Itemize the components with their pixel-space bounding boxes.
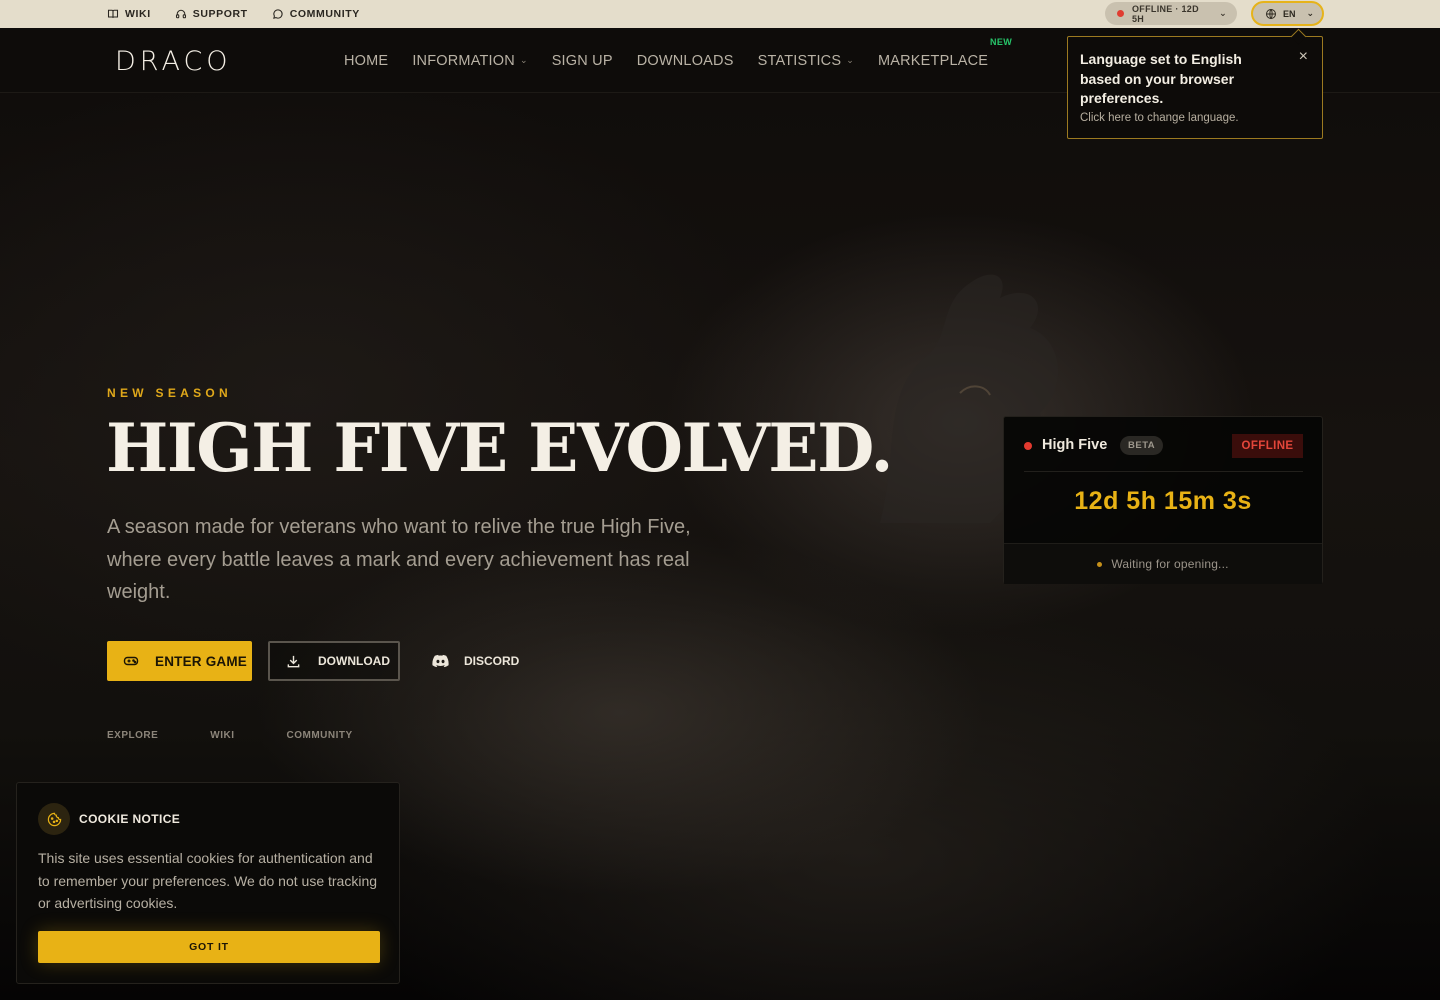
cookie-text: This site uses essential cookies for aut… xyxy=(38,850,378,911)
nav-item-label: STATISTICS xyxy=(757,52,842,69)
new-badge: NEW xyxy=(989,36,1013,47)
nav-item-information[interactable]: INFORMATION ⌄ xyxy=(412,53,527,69)
got-it-button[interactable]: GOT IT xyxy=(38,931,380,963)
enter-game-label: ENTER GAME xyxy=(155,653,248,669)
server-status-pill[interactable]: OFFLINE · 12D 5H ⌄ xyxy=(1105,2,1237,25)
utility-links: WIKI SUPPORT COMMUNITY xyxy=(107,0,360,28)
site-logo[interactable]: DRACO xyxy=(115,45,232,77)
server-status-card: High Five BETA OFFLINE 12d 5h 15m 3s Wai… xyxy=(1003,416,1323,584)
language-message: Language set to English based on your br… xyxy=(1080,51,1242,106)
status-dot-icon xyxy=(1024,442,1032,450)
utility-link-label: COMMUNITY xyxy=(289,8,360,20)
pending-dot-icon xyxy=(1097,561,1103,567)
waiting-text: Waiting for opening... xyxy=(1111,557,1229,571)
nav-item-downloads[interactable]: DOWNLOADS xyxy=(637,53,734,69)
nav-item-home[interactable]: HOME xyxy=(344,53,388,69)
download-button[interactable]: DOWNLOAD xyxy=(268,641,400,681)
chevron-down-icon: ⌄ xyxy=(1306,8,1314,18)
utility-link-wiki[interactable]: WIKI xyxy=(107,8,151,20)
main-nav: HOME INFORMATION ⌄ SIGN UP DOWNLOADS STA… xyxy=(344,28,1012,93)
divider xyxy=(1024,471,1303,472)
server-card-header: High Five BETA OFFLINE xyxy=(1004,417,1322,471)
nav-item-label: MARKETPLACE xyxy=(877,52,989,69)
cookie-notice: COOKIE NOTICE This site uses essential c… xyxy=(16,782,400,984)
server-status-text: OFFLINE · 12D 5H xyxy=(1132,3,1199,24)
nav-item-label: INFORMATION xyxy=(412,52,515,69)
cookie-icon xyxy=(38,803,70,835)
cookie-title: COOKIE NOTICE xyxy=(79,812,181,826)
chevron-down-icon: ⌄ xyxy=(519,55,528,65)
headset-icon xyxy=(175,9,186,19)
nav-item-marketplace[interactable]: MARKETPLACE NEW xyxy=(877,37,1012,69)
hero-actions: ENTER GAME DOWNLOAD DISCORD xyxy=(107,641,519,681)
close-icon[interactable]: × xyxy=(1299,49,1308,65)
status-dot-icon xyxy=(1117,10,1124,17)
hero-sub-links: EXPLORE WIKI COMMUNITY xyxy=(107,730,353,741)
utility-link-support[interactable]: SUPPORT xyxy=(175,8,248,20)
discord-icon xyxy=(432,654,449,668)
hero-description: A season made for veterans who want to r… xyxy=(107,516,691,603)
countdown-timer: 12d 5h 15m 3s xyxy=(1074,487,1252,515)
nav-item-label: DOWNLOADS xyxy=(636,52,734,69)
chevron-down-icon: ⌄ xyxy=(1219,8,1227,18)
utility-bar: WIKI SUPPORT COMMUNITY OFFLINE · 12D 5H … xyxy=(0,0,1440,28)
sub-link-spacer xyxy=(158,730,210,741)
gamepad-icon xyxy=(123,656,139,666)
server-status-badge: OFFLINE xyxy=(1232,434,1303,458)
language-popover: Language set to English based on your br… xyxy=(1067,36,1323,139)
nav-item-statistics[interactable]: STATISTICS ⌄ xyxy=(758,53,854,69)
language-selector[interactable]: EN ⌄ xyxy=(1251,1,1324,26)
chevron-down-icon: ⌄ xyxy=(846,55,854,65)
language-code: EN xyxy=(1283,8,1296,19)
discord-button[interactable]: DISCORD xyxy=(416,641,519,681)
server-card-footer: Waiting for opening... xyxy=(1004,543,1322,584)
discord-label: DISCORD xyxy=(464,654,520,668)
sub-link-spacer xyxy=(235,730,287,741)
book-icon xyxy=(107,9,119,18)
nav-item-label: SIGN UP xyxy=(551,52,613,69)
utility-link-label: SUPPORT xyxy=(192,8,248,20)
sub-link-community[interactable]: COMMUNITY xyxy=(287,730,353,741)
download-icon xyxy=(287,655,300,667)
enter-game-button[interactable]: ENTER GAME xyxy=(107,641,252,681)
sub-link-explore[interactable]: EXPLORE xyxy=(107,730,158,741)
utility-link-label: WIKI xyxy=(125,8,151,20)
sub-link-wiki[interactable]: WIKI xyxy=(210,730,234,741)
download-label: DOWNLOAD xyxy=(318,654,390,668)
utility-link-community[interactable]: COMMUNITY xyxy=(272,8,360,20)
hero-title: HIGH FIVE EVOLVED. xyxy=(106,409,893,487)
nav-item-sign-up[interactable]: SIGN UP xyxy=(552,53,613,69)
chat-bubble-icon xyxy=(272,9,283,19)
beta-badge: BETA xyxy=(1120,436,1164,455)
nav-item-label: HOME xyxy=(344,52,389,69)
server-name: High Five xyxy=(1042,437,1108,453)
globe-icon xyxy=(1266,8,1276,19)
change-language-link[interactable]: Click here to change language. xyxy=(1080,112,1308,124)
logo-text: DRACO xyxy=(115,45,232,77)
hero-eyebrow: NEW SEASON xyxy=(107,386,233,400)
